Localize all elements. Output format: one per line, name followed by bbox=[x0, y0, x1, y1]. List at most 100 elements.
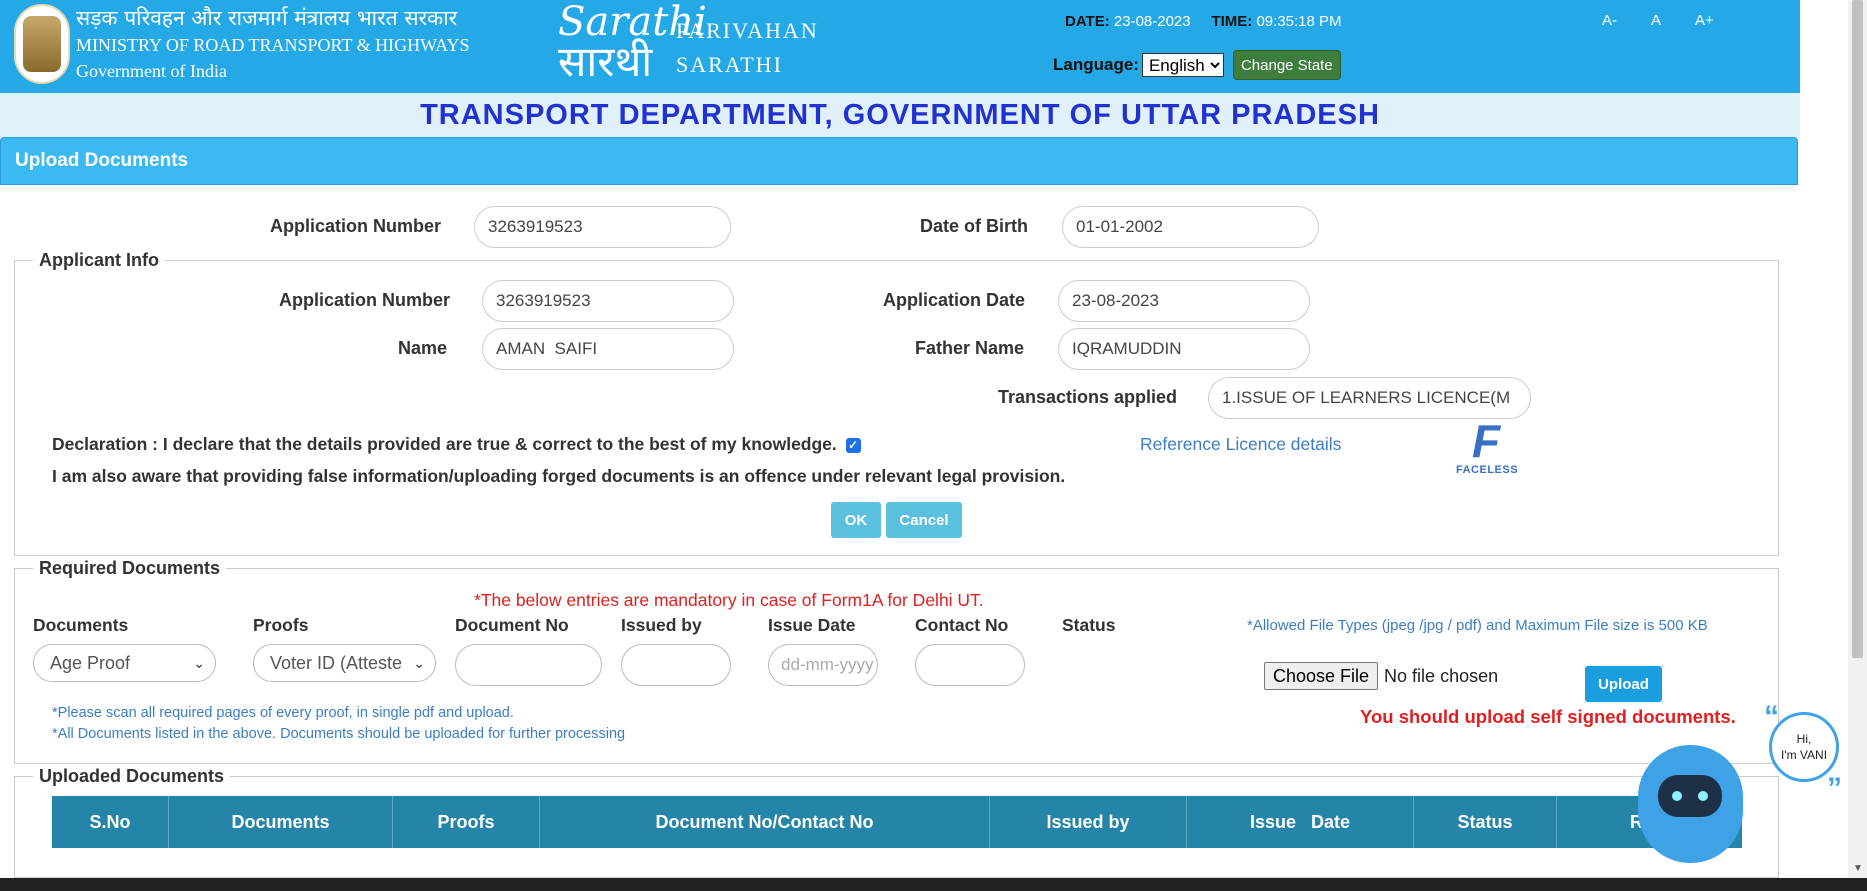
brand-parivahan: PARIVAHAN bbox=[676, 18, 819, 43]
faceless-logo-mark: F bbox=[1471, 415, 1501, 467]
app-number-field[interactable]: 3263919523 bbox=[482, 280, 734, 322]
ministry-hindi: सड़क परिवहन और राजमार्ग मंत्रालय भारत सर… bbox=[76, 6, 458, 30]
name-label: Name bbox=[398, 338, 448, 358]
th-documents: Documents bbox=[169, 796, 393, 848]
th-issued-by: Issued by bbox=[990, 796, 1187, 848]
father-name-label: Father Name bbox=[915, 338, 1025, 358]
contact-no-input[interactable] bbox=[915, 644, 1025, 686]
declaration-text: Declaration : I declare that the details… bbox=[52, 434, 861, 455]
file-status: No file chosen bbox=[1384, 665, 1499, 686]
greeting-line1: Hi, bbox=[1796, 732, 1812, 746]
applicant-info-legend: Applicant Info bbox=[39, 250, 159, 270]
col-contact-no: Contact No bbox=[915, 615, 1009, 635]
quote-icon: ” bbox=[1827, 772, 1842, 805]
brand-name: PARIVAHAN SARATHI bbox=[676, 14, 819, 82]
panel-heading: Upload Documents bbox=[0, 137, 1798, 185]
dob-input[interactable]: 01-01-2002 bbox=[1062, 206, 1319, 248]
date-value: 23-08-2023 bbox=[1113, 13, 1191, 30]
father-name-field[interactable]: IQRAMUDDIN bbox=[1058, 328, 1310, 370]
proofs-select[interactable]: Voter ID (Atteste ⌄ bbox=[253, 644, 436, 682]
search-app-number-input[interactable]: 3263919523 bbox=[474, 206, 731, 248]
app-number-label: Application Number bbox=[279, 290, 451, 310]
ministry-title: सड़क परिवहन और राजमार्ग मंत्रालय भारत सर… bbox=[76, 4, 470, 84]
app-date-field[interactable]: 23-08-2023 bbox=[1058, 280, 1310, 322]
issue-date-input[interactable]: dd-mm-yyyy bbox=[768, 644, 878, 686]
date-time: DATE: 23-08-2023 TIME: 09:35:18 PM bbox=[1065, 13, 1342, 30]
scroll-down-arrow-icon[interactable]: ▼ bbox=[1851, 863, 1865, 875]
reference-licence-link[interactable]: Reference Licence details bbox=[1140, 434, 1341, 455]
ok-button[interactable]: OK bbox=[831, 502, 881, 538]
documents-select[interactable]: Age Proof ⌄ bbox=[33, 644, 216, 682]
sarathi-logo: Sarathi सारथी bbox=[558, 0, 707, 86]
self-signed-warning: You should upload self signed documents. bbox=[1360, 706, 1736, 727]
language-label: Language: bbox=[1053, 55, 1139, 74]
font-normal-button[interactable]: A bbox=[1645, 12, 1667, 29]
th-issue-date: Issue Date bbox=[1187, 796, 1414, 848]
required-documents-legend: Required Documents bbox=[39, 558, 221, 578]
faceless-logo-icon: F FACELESS bbox=[1456, 415, 1519, 482]
document-no-input[interactable] bbox=[455, 644, 602, 686]
dob-label: Date of Birth bbox=[920, 216, 1028, 236]
date-label: DATE: bbox=[1065, 13, 1110, 30]
time-value: 09:35:18 PM bbox=[1256, 13, 1342, 30]
national-emblem-icon bbox=[14, 4, 70, 84]
chevron-down-icon: ⌄ bbox=[193, 655, 205, 671]
mandatory-note: *The below entries are mandatory in case… bbox=[474, 590, 984, 610]
site-header: सड़क परिवहन और राजमार्ग मंत्रालय भारत सर… bbox=[0, 0, 1800, 93]
scrollbar-thumb[interactable] bbox=[1852, 0, 1863, 658]
ministry-english: MINISTRY OF ROAD TRANSPORT & HIGHWAYS bbox=[76, 35, 470, 55]
th-document-no: Document No/Contact No bbox=[540, 796, 990, 848]
font-size-controls: A- A A+ bbox=[1596, 12, 1720, 29]
declaration-statement: Declaration : I declare that the details… bbox=[52, 434, 837, 454]
font-decrease-button[interactable]: A- bbox=[1596, 12, 1623, 29]
documents-note: *All Documents listed in the above. Docu… bbox=[52, 726, 626, 742]
declaration-checkbox[interactable]: ✓ bbox=[845, 437, 861, 453]
col-status: Status bbox=[1062, 615, 1116, 635]
scan-note: *Please scan all required pages of every… bbox=[52, 705, 514, 721]
sarathi-logo-hindi: सारथी bbox=[558, 37, 653, 86]
robot-eye-icon bbox=[1672, 791, 1682, 801]
choose-file-button[interactable]: Choose File bbox=[1264, 662, 1379, 690]
transactions-label: Transactions applied bbox=[998, 387, 1178, 407]
th-proofs: Proofs bbox=[393, 796, 540, 848]
font-increase-button[interactable]: A+ bbox=[1689, 12, 1720, 29]
chevron-down-icon: ⌄ bbox=[413, 655, 425, 671]
allowed-file-types-note: *Allowed File Types (jpeg /jpg / pdf) an… bbox=[1247, 617, 1708, 634]
col-documents: Documents bbox=[33, 615, 129, 635]
chatbot-greeting-bubble[interactable]: “ Hi, I'm VANI ” bbox=[1764, 702, 1842, 804]
sarathi-logo-latin: Sarathi bbox=[558, 0, 707, 45]
faceless-logo-text: FACELESS bbox=[1456, 464, 1519, 476]
department-bar: TRANSPORT DEPARTMENT, GOVERNMENT OF UTTA… bbox=[0, 93, 1800, 137]
quote-icon: “ bbox=[1764, 700, 1779, 733]
greeting-line2: I'm VANI bbox=[1780, 748, 1828, 762]
government-of-india: Government of India bbox=[76, 61, 227, 81]
time-label: TIME: bbox=[1211, 13, 1253, 30]
upload-button[interactable]: Upload bbox=[1585, 666, 1662, 702]
department-title: TRANSPORT DEPARTMENT, GOVERNMENT OF UTTA… bbox=[420, 99, 1380, 131]
name-field[interactable]: AMAN SAIFI bbox=[482, 328, 734, 370]
taskbar bbox=[0, 878, 1867, 891]
uploaded-documents-legend: Uploaded Documents bbox=[39, 766, 225, 786]
issued-by-input[interactable] bbox=[621, 644, 731, 686]
language-select[interactable]: English bbox=[1141, 53, 1224, 77]
documents-select-value: Age Proof bbox=[50, 653, 131, 673]
robot-face bbox=[1658, 775, 1722, 817]
transactions-field[interactable]: 1.ISSUE OF LEARNERS LICENCE(M bbox=[1208, 377, 1531, 419]
uploaded-documents-table-header: S.No Documents Proofs Document No/Contac… bbox=[52, 796, 1742, 848]
panel-title: Upload Documents bbox=[15, 150, 189, 171]
th-status: Status bbox=[1414, 796, 1557, 848]
cancel-button[interactable]: Cancel bbox=[886, 502, 962, 538]
proofs-select-value: Voter ID (Atteste bbox=[270, 653, 403, 673]
robot-eye-icon bbox=[1698, 791, 1708, 801]
file-upload: Choose File No file chosen bbox=[1264, 662, 1498, 690]
chatbot-vani-avatar[interactable] bbox=[1638, 745, 1743, 863]
awareness-text: I am also aware that providing false inf… bbox=[52, 466, 1066, 486]
app-date-label: Application Date bbox=[883, 290, 1026, 310]
col-document-no: Document No bbox=[455, 615, 569, 635]
col-proofs: Proofs bbox=[253, 615, 309, 635]
change-state-button[interactable]: Change State bbox=[1232, 50, 1341, 80]
th-sno: S.No bbox=[52, 796, 169, 848]
search-app-number-label: Application Number bbox=[270, 216, 442, 236]
col-issued-by: Issued by bbox=[621, 615, 702, 635]
col-issue-date: Issue Date bbox=[768, 615, 856, 635]
